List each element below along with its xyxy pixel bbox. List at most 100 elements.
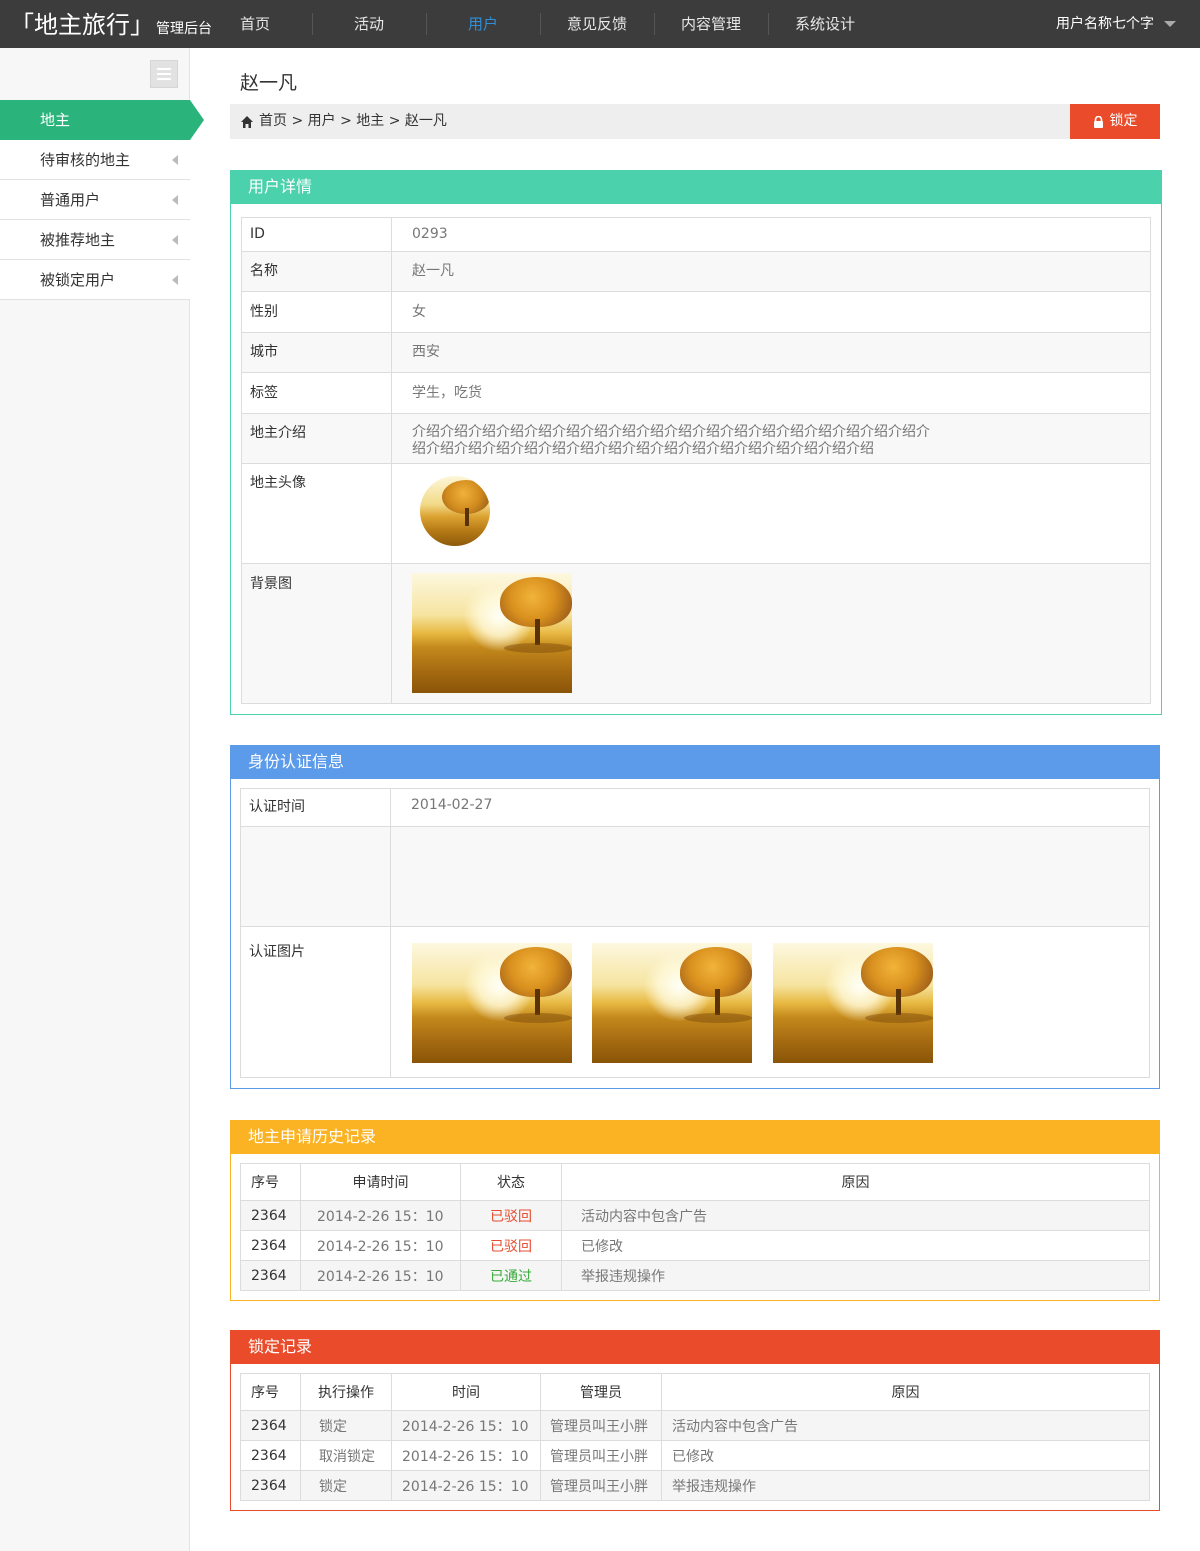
cell-admin: 管理员叫王小胖 (540, 1410, 662, 1441)
identity-image[interactable] (592, 943, 753, 1063)
user-detail-table: ID 0293 名称 赵一凡 性别 女 城市 西安 标签 学生，吃货 地主介绍 (241, 217, 1151, 704)
cell-reason: 已修改 (661, 1440, 1150, 1471)
field-value: 女 (391, 291, 1151, 333)
sidebar-item-locked-user[interactable]: 被锁定用户 (0, 260, 190, 300)
background-image[interactable] (412, 573, 572, 693)
chevron-down-icon (1164, 21, 1176, 27)
field-key: 地主头像 (241, 463, 392, 564)
cell-time: 2014-2-26 15：10 (391, 1440, 541, 1471)
cell-reason: 活动内容中包含广告 (561, 1200, 1150, 1231)
table-row: 认证图片 (240, 926, 1150, 1078)
lock-history-table: 序号 执行操作 时间 管理员 原因 2364 锁定 2014-2-26 15：1… (240, 1373, 1150, 1501)
cell-action: 锁定 (300, 1470, 392, 1501)
sidebar: 地主 待审核的地主 普通用户 被推荐地主 被锁定用户 (0, 48, 204, 1551)
nav-item-home[interactable]: 首页 (198, 0, 312, 48)
panel-title: 地主申请历史记录 (230, 1120, 1160, 1154)
tree-shadow-icon (504, 643, 572, 653)
home-icon (241, 115, 253, 128)
tree-shadow-icon (504, 1013, 572, 1023)
background-cell (391, 563, 1151, 704)
user-menu[interactable]: 用户名称七个字 (1056, 0, 1176, 48)
field-key: 城市 (241, 332, 392, 373)
panel-body: ID 0293 名称 赵一凡 性别 女 城市 西安 标签 学生，吃货 地主介绍 (230, 204, 1162, 715)
nav-item-activity[interactable]: 活动 (312, 0, 426, 48)
panel-body: 认证时间 2014-02-27 认证图片 (230, 779, 1160, 1089)
table-row: 性别 女 (241, 291, 1151, 333)
nav-item-users[interactable]: 用户 (426, 0, 540, 48)
table-row: 背景图 (241, 563, 1151, 704)
top-navbar: 「地主旅行」 管理后台 首页 活动 用户 意见反馈 内容管理 系统设计 用户名称… (0, 0, 1200, 48)
cell-time: 2014-2-26 15：10 (300, 1200, 461, 1231)
main-nav: 首页 活动 用户 意见反馈 内容管理 系统设计 (198, 0, 882, 48)
menu-toggle-button[interactable] (150, 60, 178, 88)
table-row: 城市 西安 (241, 332, 1151, 373)
tree-trunk-icon (535, 619, 540, 645)
cell-id: 2364 (240, 1260, 301, 1291)
field-key: 性别 (241, 291, 392, 333)
field-key-empty (240, 826, 391, 927)
identity-images (390, 926, 1150, 1078)
sidebar-item-label: 普通用户 (40, 191, 101, 209)
avatar-cell (391, 463, 1151, 564)
field-value-cell: 介绍介绍介绍介绍介绍介绍介绍介绍介绍介绍介绍介绍介绍介绍介绍介绍介绍介绍介绍介绍… (391, 413, 1151, 464)
column-header: 原因 (561, 1163, 1150, 1201)
sidebar-item-recommended-landlord[interactable]: 被推荐地主 (0, 220, 190, 260)
cell-reason: 活动内容中包含广告 (661, 1410, 1150, 1441)
table-header-row: 序号 申请时间 状态 原因 (240, 1163, 1150, 1201)
chevron-left-icon (172, 275, 178, 285)
chevron-left-icon (172, 155, 178, 165)
field-value: 2014-02-27 (390, 788, 1150, 827)
nav-item-content[interactable]: 内容管理 (654, 0, 768, 48)
column-header: 管理员 (540, 1373, 662, 1411)
table-row: 2364 锁定 2014-2-26 15：10 管理员叫王小胖 举报违规操作 (240, 1470, 1150, 1501)
field-value: 赵一凡 (391, 251, 1151, 292)
sidebar-item-label: 被推荐地主 (40, 231, 116, 249)
table-row: 2364 取消锁定 2014-2-26 15：10 管理员叫王小胖 已修改 (240, 1440, 1150, 1471)
column-header: 原因 (661, 1373, 1150, 1411)
table-row: 地主头像 (241, 463, 1151, 564)
page-title: 赵一凡 (240, 72, 298, 94)
cell-id: 2364 (240, 1230, 301, 1261)
panel-title: 锁定记录 (230, 1330, 1160, 1364)
sidebar-item-pending-landlord[interactable]: 待审核的地主 (0, 140, 190, 180)
sidebar-item-landlord[interactable]: 地主 (0, 100, 204, 140)
cell-admin: 管理员叫王小胖 (540, 1440, 662, 1471)
table-row (240, 826, 1150, 927)
cell-time: 2014-2-26 15：10 (300, 1260, 461, 1291)
lock-history-panel: 锁定记录 序号 执行操作 时间 管理员 原因 2364 锁定 2014-2-26 (230, 1330, 1160, 1511)
identity-image[interactable] (772, 943, 933, 1063)
cell-reason: 举报违规操作 (661, 1470, 1150, 1501)
nav-item-feedback[interactable]: 意见反馈 (540, 0, 654, 48)
breadcrumb-text[interactable]: 首页 > 用户 > 地主 > 赵一凡 (259, 104, 447, 139)
lock-button-label: 锁定 (1109, 113, 1138, 129)
breadcrumb-bar: 首页 > 用户 > 地主 > 赵一凡 锁定 (230, 104, 1160, 139)
tree-shadow-icon (684, 1013, 753, 1023)
table-row: 2364 2014-2-26 15：10 已通过 举报违规操作 (240, 1260, 1150, 1291)
sidebar-item-label: 待审核的地主 (40, 151, 131, 169)
table-row: ID 0293 (241, 217, 1151, 252)
cell-action: 取消锁定 (300, 1440, 392, 1471)
field-key: 认证图片 (240, 926, 391, 1078)
apply-history-panel: 地主申请历史记录 序号 申请时间 状态 原因 2364 2014-2-26 15… (230, 1120, 1160, 1301)
field-key: 地主介绍 (241, 413, 392, 464)
field-value-empty (390, 826, 1150, 927)
table-row: 2364 锁定 2014-2-26 15：10 管理员叫王小胖 活动内容中包含广… (240, 1410, 1150, 1441)
nav-item-system[interactable]: 系统设计 (768, 0, 882, 48)
column-header: 状态 (460, 1163, 562, 1201)
user-detail-panel: 用户详情 ID 0293 名称 赵一凡 性别 女 城市 西安 标签 学生，吃货 (230, 170, 1162, 715)
table-row: 2364 2014-2-26 15：10 已驳回 活动内容中包含广告 (240, 1200, 1150, 1231)
field-key: ID (241, 217, 392, 252)
identity-panel: 身份认证信息 认证时间 2014-02-27 认证图片 (230, 745, 1160, 1089)
table-row: 认证时间 2014-02-27 (240, 788, 1150, 827)
panel-title: 身份认证信息 (230, 745, 1160, 779)
lock-button[interactable]: 锁定 (1070, 104, 1160, 139)
status-badge: 已驳回 (460, 1230, 562, 1261)
hamburger-icon (157, 68, 171, 70)
app-logo[interactable]: 「地主旅行」 管理后台 (10, 8, 212, 40)
tree-trunk-icon (895, 989, 901, 1015)
logo-title: 「地主旅行」 (10, 11, 154, 39)
tree-trunk-icon (465, 508, 469, 526)
identity-image[interactable] (412, 943, 572, 1063)
sidebar-menu: 地主 待审核的地主 普通用户 被推荐地主 被锁定用户 (0, 100, 204, 300)
sidebar-item-normal-user[interactable]: 普通用户 (0, 180, 190, 220)
